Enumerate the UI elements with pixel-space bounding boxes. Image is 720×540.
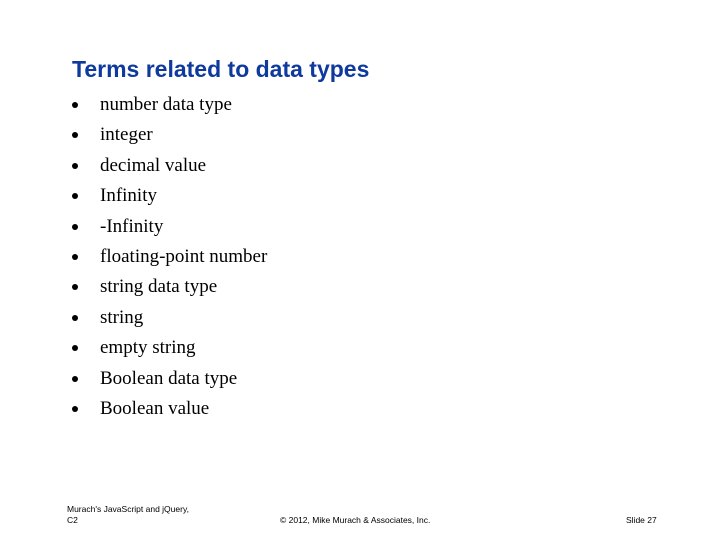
bullet-icon [72, 102, 78, 108]
list-item-text: string [100, 306, 144, 328]
list-item-text: empty string [100, 337, 196, 359]
bullet-icon [72, 345, 78, 352]
bullet-icon [72, 284, 78, 291]
list-item-text: decimal value [100, 154, 207, 176]
bullet-icon [72, 375, 78, 382]
footer-book-line2: C2 [67, 515, 78, 525]
footer-book-line1: Murach's JavaScript and jQuery, [67, 504, 189, 514]
list-item-text: -Infinity [100, 215, 164, 237]
bullet-icon [72, 253, 78, 260]
footer-book-title: Murach's JavaScript and jQuery, C2 [67, 504, 189, 526]
bullet-icon [72, 162, 78, 169]
list-item-text: integer [100, 124, 153, 146]
footer-copyright: © 2012, Mike Murach & Associates, Inc. [280, 515, 431, 525]
bullet-icon [72, 405, 78, 412]
list-item-text: floating-point number [100, 245, 268, 267]
bullet-icon [72, 132, 78, 139]
bullet-icon [72, 193, 78, 200]
footer-slide-number: Slide 27 [626, 515, 657, 525]
list-item-text: Infinity [100, 185, 157, 207]
list-item-text: Boolean value [100, 397, 210, 419]
bullet-icon [72, 223, 78, 230]
list-item-text: Boolean data type [100, 367, 238, 389]
list-item-text: number data type [100, 94, 232, 115]
slide-title: Terms related to data types [72, 56, 370, 82]
bullet-icon [72, 314, 78, 321]
list-item-text: string data type [100, 276, 218, 298]
